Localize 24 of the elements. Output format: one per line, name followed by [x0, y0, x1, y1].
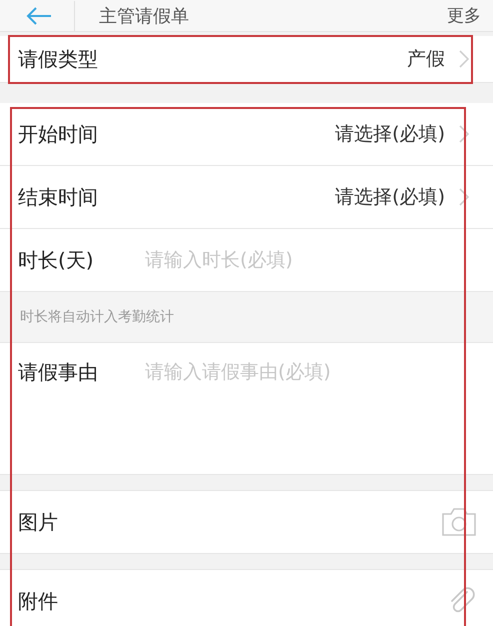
chevron-icon: [459, 188, 469, 206]
chevron-icon: [459, 50, 469, 68]
page-title: 主管请假单: [99, 4, 190, 28]
row-label: 时长(天): [18, 246, 95, 274]
row-label: 图片: [18, 508, 58, 536]
leave-type-row[interactable]: 请假类型 产假: [0, 36, 493, 83]
camera-icon: [441, 507, 477, 537]
attachment-row[interactable]: 图片: [0, 491, 493, 554]
select-row[interactable]: 开始时间 请选择(必填): [0, 103, 493, 166]
chevron-icon: [459, 125, 469, 143]
row-value: 请选择(必填): [335, 185, 445, 210]
row-label: 附件: [18, 588, 58, 614]
back-icon[interactable]: [26, 6, 52, 24]
row-label: 结束时间: [18, 184, 98, 210]
attachment-row[interactable]: 附件: [0, 570, 493, 626]
row-label: 请假事由: [18, 359, 99, 386]
hint-text: 时长将自动计入考勤统计: [20, 308, 174, 326]
row-value: 产假: [407, 47, 445, 72]
row-label: 请假类型: [18, 46, 98, 72]
select-row[interactable]: 结束时间 请选择(必填): [0, 166, 493, 229]
row-value: 请选择(必填): [335, 122, 445, 147]
input-field[interactable]: 请输入时长(必填): [145, 249, 469, 271]
more-button[interactable]: 更多: [447, 4, 481, 27]
row-label: 开始时间: [18, 120, 98, 148]
